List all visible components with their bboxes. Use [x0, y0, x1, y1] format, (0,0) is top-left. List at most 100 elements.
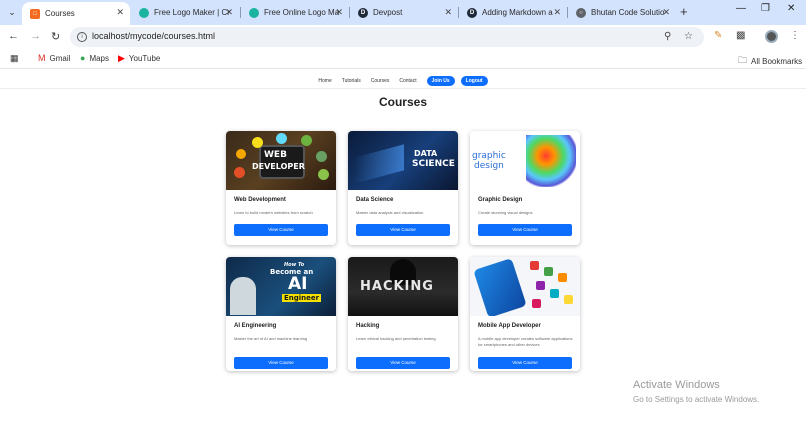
image-caption: WEB — [264, 150, 287, 160]
app-icon — [532, 299, 541, 308]
close-icon[interactable]: ✕ — [225, 7, 233, 18]
course-title: AI Engineering — [234, 323, 277, 329]
color-splash-graphic — [526, 135, 576, 187]
course-card: WEB DEVELOPER Web Development Learn to b… — [226, 131, 336, 245]
hand-graphic — [354, 144, 404, 184]
all-bookmarks[interactable]: 🗀 All Bookmarks — [738, 53, 802, 69]
bookmark-star-icon[interactable]: ☆ — [684, 31, 693, 42]
app-icon — [536, 281, 545, 290]
view-course-button[interactable]: View Course — [478, 224, 572, 236]
bulb-icon — [236, 149, 246, 159]
view-course-button[interactable]: View Course — [234, 357, 328, 369]
restore-icon[interactable]: ❐ — [761, 3, 770, 14]
view-course-button[interactable]: View Course — [356, 224, 450, 236]
tab-title: Devpost — [373, 8, 403, 17]
course-image-graphic-design: graphic design — [470, 131, 580, 190]
app-icon — [544, 267, 553, 276]
nav-contact[interactable]: Contact — [399, 78, 416, 84]
bookmark-label: Gmail — [49, 53, 71, 63]
react-icon — [276, 133, 287, 144]
tab-courses[interactable]: □ Courses ✕ — [22, 2, 130, 25]
page-content: Home Tutorials Courses Contact Join Us L… — [0, 70, 806, 425]
tab-title: Bhutan Code Solutio — [591, 8, 665, 17]
tab-logo-maker[interactable]: Free Logo Maker | Cr ✕ — [131, 2, 239, 23]
back-icon[interactable]: ← — [8, 30, 19, 42]
course-description: Learn ethical hacking and penetration te… — [356, 336, 436, 341]
nav-divider — [0, 88, 806, 89]
course-title: Hacking — [356, 323, 380, 329]
robot-graphic — [230, 277, 256, 315]
course-title: Web Development — [234, 197, 286, 203]
image-caption: design — [474, 161, 504, 171]
bookmark-gmail[interactable]: M Gmail — [38, 53, 70, 63]
all-bookmarks-label: All Bookmarks — [751, 56, 803, 66]
gmail-icon: M — [38, 53, 46, 63]
forward-icon[interactable]: → — [30, 30, 41, 42]
globe-icon: ○ — [576, 7, 586, 18]
tab-devpost[interactable]: D Devpost ✕ — [350, 2, 458, 23]
pen-extension-icon[interactable]: ✎ — [714, 30, 722, 41]
course-description: Master data analysis and visualization — [356, 210, 424, 215]
nav-courses[interactable]: Courses — [371, 78, 390, 84]
python-icon — [318, 169, 329, 180]
tab-title: Free Logo Maker | Cr — [154, 8, 230, 17]
nav-tutorials[interactable]: Tutorials — [342, 78, 361, 84]
apps-grid-icon[interactable]: ▦ — [10, 53, 23, 64]
youtube-icon: ▶ — [118, 53, 125, 63]
bookmark-youtube[interactable]: ▶ YouTube — [118, 53, 160, 64]
devpost-icon: D — [358, 7, 368, 18]
tab-strip: ⌄ □ Courses ✕ Free Logo Maker | Cr ✕ Fre… — [0, 0, 806, 25]
site-info-icon[interactable]: i — [77, 32, 87, 42]
bookmark-maps[interactable]: ● Maps — [80, 53, 109, 63]
window-close-icon[interactable]: ✕ — [787, 3, 795, 14]
close-icon[interactable]: ✕ — [116, 7, 124, 18]
course-image-hacking: HACKING — [348, 257, 458, 316]
close-icon[interactable]: ✕ — [335, 7, 343, 18]
site-nav: Home Tutorials Courses Contact Join Us L… — [0, 75, 806, 87]
tab-online-logo[interactable]: Free Online Logo Ma ✕ — [241, 2, 349, 23]
course-image-web: WEB DEVELOPER — [226, 131, 336, 190]
tab-bhutan-code[interactable]: ○ Bhutan Code Solutio ✕ — [568, 2, 676, 23]
course-card: graphic design Graphic Design Create stu… — [470, 131, 580, 245]
course-image-mobile — [470, 257, 580, 316]
tab-markdown[interactable]: D Adding Markdown a ✕ — [459, 2, 567, 23]
profile-avatar[interactable] — [765, 30, 778, 43]
tab-search-button[interactable]: ⌄ — [4, 4, 20, 20]
join-us-button[interactable]: Join Us — [426, 76, 455, 86]
bookmark-label: Maps — [89, 53, 109, 63]
image-caption: SCIENCE — [412, 159, 455, 169]
nav-home[interactable]: Home — [318, 78, 331, 84]
teal-circle-icon — [139, 7, 149, 18]
tab-title: Adding Markdown a — [482, 8, 553, 17]
page-title: Courses — [378, 95, 428, 109]
course-description: A mobile app developer creates software … — [478, 336, 573, 347]
browser-toolbar: ← → ↻ i localhost/mycode/courses.html ⚲ … — [0, 25, 806, 49]
course-card: How To Become an AI Engineer AI Engineer… — [226, 257, 336, 371]
zoom-icon[interactable]: ⚲ — [664, 31, 671, 42]
bookmarks-bar: ▦ M Gmail ● Maps ▶ YouTube 🗀 All Bookmar… — [0, 49, 806, 69]
reload-icon[interactable]: ↻ — [51, 30, 60, 43]
close-icon[interactable]: ✕ — [662, 7, 670, 18]
menu-kebab-icon[interactable]: ⋮ — [790, 30, 800, 41]
minimize-icon[interactable]: — — [736, 3, 746, 14]
address-bar[interactable]: i localhost/mycode/courses.html ⚲ ☆ — [70, 27, 704, 47]
course-description: Learn to build modern websites from scra… — [234, 210, 313, 215]
view-course-button[interactable]: View Course — [234, 224, 328, 236]
course-card: Mobile App Developer A mobile app develo… — [470, 257, 580, 371]
extensions-icon[interactable]: ▩ — [736, 30, 745, 41]
node-icon — [316, 151, 327, 162]
course-description: Create stunning visual designs — [478, 210, 533, 215]
close-icon[interactable]: ✕ — [444, 7, 452, 18]
logout-button[interactable]: Logout — [460, 76, 488, 86]
close-icon[interactable]: ✕ — [553, 7, 561, 18]
html-icon — [234, 167, 245, 178]
new-tab-button[interactable]: + — [680, 4, 688, 19]
view-course-button[interactable]: View Course — [478, 357, 572, 369]
maps-icon: ● — [80, 53, 86, 63]
tab-title: Courses — [45, 9, 75, 18]
app-icon — [550, 289, 559, 298]
orange-square-icon: □ — [30, 8, 40, 19]
image-caption: HACKING — [360, 279, 434, 294]
view-course-button[interactable]: View Course — [356, 357, 450, 369]
image-caption: AI — [288, 274, 308, 294]
